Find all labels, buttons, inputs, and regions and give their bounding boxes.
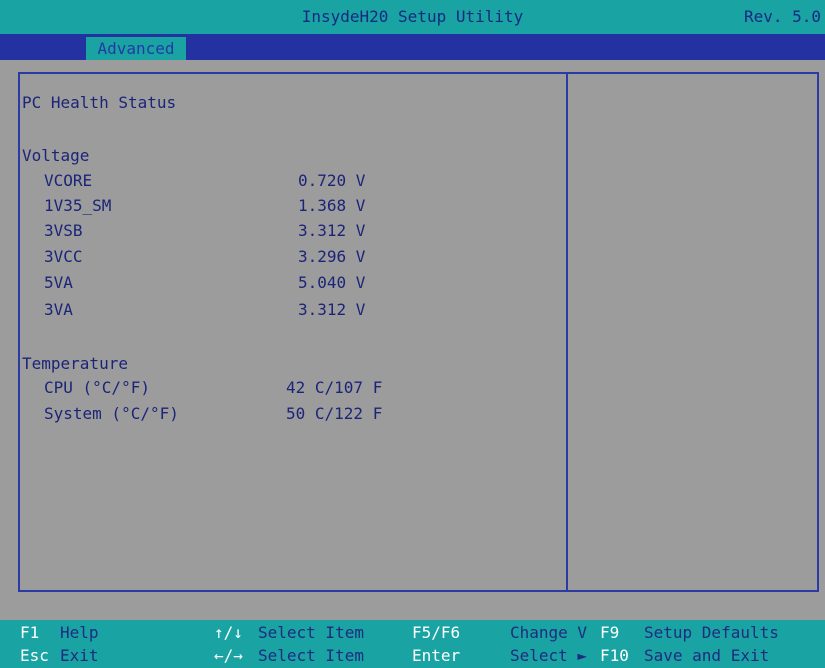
title-bar: InsydeH20 Setup Utility Rev. 5.0 xyxy=(0,0,825,34)
revision-label: Rev. 5.0 xyxy=(743,7,821,26)
left-right-arrow-icon[interactable]: ←/→ xyxy=(214,646,243,665)
voltage-item-label: 3VCC xyxy=(44,247,83,266)
esc-key[interactable]: Esc xyxy=(20,646,49,665)
leftright-desc: Select Item xyxy=(258,646,364,665)
f1-key[interactable]: F1 xyxy=(20,623,39,642)
voltage-item-value: 0.720 V xyxy=(298,171,366,190)
voltage-item-label: 3VSB xyxy=(44,221,83,240)
help-panel-divider xyxy=(566,74,568,590)
f5f6-key[interactable]: F5/F6 xyxy=(412,623,460,642)
voltage-item-value: 3.296 V xyxy=(298,247,366,266)
f10-key[interactable]: F10 xyxy=(600,646,629,665)
voltage-item-label: 1V35_SM xyxy=(44,196,112,215)
app-title: InsydeH20 Setup Utility xyxy=(301,7,524,26)
voltage-item-value: 3.312 V xyxy=(298,300,366,319)
temperature-item-value: 42 C/107 F xyxy=(286,378,383,397)
main-content: PC Health Status Voltage VCORE 0.720 V 1… xyxy=(0,60,825,620)
temperature-item-label: CPU (°C/°F) xyxy=(44,378,150,397)
voltage-item-value: 3.312 V xyxy=(298,221,366,240)
voltage-item-label: VCORE xyxy=(44,171,93,190)
voltage-item-value: 1.368 V xyxy=(298,196,366,215)
voltage-section-label: Voltage xyxy=(22,146,90,165)
temperature-item-label: System (°C/°F) xyxy=(44,404,179,423)
f10-desc: Save and Exit xyxy=(644,646,770,665)
temperature-item-value: 50 C/122 F xyxy=(286,404,383,423)
temperature-section-label: Temperature xyxy=(22,354,128,373)
enter-key[interactable]: Enter xyxy=(412,646,460,665)
f1-desc: Help xyxy=(60,623,99,642)
content-frame xyxy=(18,72,819,592)
up-down-arrow-icon[interactable]: ↑/↓ xyxy=(214,623,243,642)
f9-key[interactable]: F9 xyxy=(600,623,619,642)
updown-desc: Select Item xyxy=(258,623,364,642)
page-title: PC Health Status xyxy=(22,93,177,112)
voltage-item-value: 5.040 V xyxy=(298,273,366,292)
f5f6-desc: Change V xyxy=(510,623,588,642)
tab-bar: Advanced xyxy=(0,34,825,60)
voltage-item-label: 5VA xyxy=(44,273,73,292)
key-help-footer: F1 Help Esc Exit ↑/↓ Select Item ←/→ Sel… xyxy=(0,620,825,668)
voltage-item-label: 3VA xyxy=(44,300,73,319)
esc-desc: Exit xyxy=(60,646,99,665)
f9-desc: Setup Defaults xyxy=(644,623,779,642)
tab-advanced[interactable]: Advanced xyxy=(86,37,186,60)
enter-desc: Select ► xyxy=(510,646,588,665)
